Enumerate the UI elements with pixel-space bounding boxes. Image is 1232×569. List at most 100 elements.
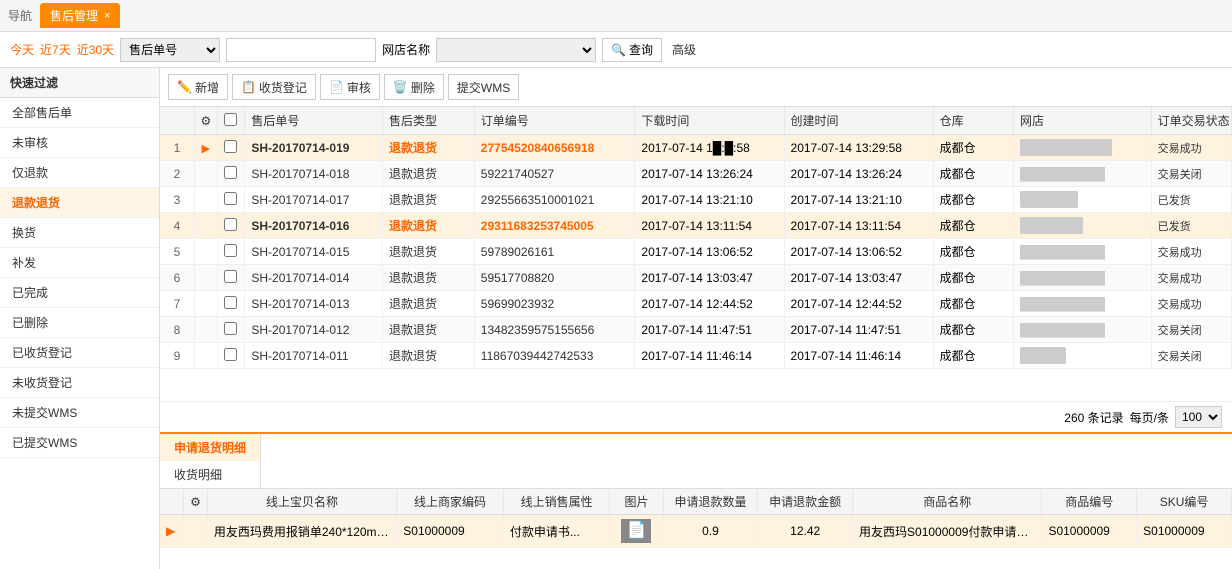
table-row[interactable]: 5 SH-20170714-015 退款退货 59789026161 2017-… (160, 239, 1232, 265)
cell-ctime: 2017-07-14 13:21:10 (784, 187, 933, 213)
table-row[interactable]: 7 SH-20170714-013 退款退货 59699023932 2017-… (160, 291, 1232, 317)
nav-label: 导航 (8, 7, 32, 24)
main-table: ⚙ 售后单号 售后类型 订单编号 下载时间 创建时间 仓库 网店 订单交易状态 (160, 107, 1232, 369)
cell-shop: ██████████ (1013, 265, 1151, 291)
table-row[interactable]: 1 ▶ SH-20170714-019 退款退货 277545208406569… (160, 135, 1232, 161)
filter-today[interactable]: 今天 (10, 41, 34, 58)
field-select[interactable]: 售后单号 (120, 38, 220, 62)
sidebar-item-not-wms[interactable]: 未提交WMS (0, 398, 159, 428)
th-gear[interactable]: ⚙ (194, 107, 217, 135)
sidebar-item-received[interactable]: 已收货登记 (0, 338, 159, 368)
cell-check[interactable] (217, 239, 245, 265)
cell-warehouse: 成都仓 (933, 213, 1013, 239)
cell-shop: ██████████ (1013, 239, 1151, 265)
search-input[interactable] (226, 38, 376, 62)
cell-dltime: 2017-07-14 13:03:47 (635, 265, 784, 291)
bottom-table-body: ▶ 用友西玛费用报销单240*120mm审... S01000009 付款申请书… (160, 515, 1232, 548)
bottom-table-row[interactable]: ▶ 用友西玛费用报销单240*120mm审... S01000009 付款申请书… (160, 515, 1232, 548)
shop-label: 网店名称 (382, 41, 430, 58)
table-row[interactable]: 3 SH-20170714-017 退款退货 29255663510001021… (160, 187, 1232, 213)
shop-select[interactable] (436, 38, 596, 62)
cell-status: 已发货 (1151, 213, 1231, 239)
cell-dltime: 2017-07-14 13:26:24 (635, 161, 784, 187)
cell-type: 退款退货 (383, 265, 475, 291)
audit-icon: 📄 (329, 80, 344, 94)
cell-warehouse: 成都仓 (933, 187, 1013, 213)
table-row[interactable]: 8 SH-20170714-012 退款退货 13482359575155656… (160, 317, 1232, 343)
main-table-wrap[interactable]: ⚙ 售后单号 售后类型 订单编号 下载时间 创建时间 仓库 网店 订单交易状态 (160, 107, 1232, 401)
cell-shop: ██████████ (1013, 317, 1151, 343)
cell-warehouse: 成都仓 (933, 343, 1013, 369)
cell-check[interactable] (217, 135, 245, 161)
submit-wms-button[interactable]: 提交WMS (448, 74, 519, 100)
table-row[interactable]: 9 SH-20170714-011 退款退货 11867039442742533… (160, 343, 1232, 369)
cell-check[interactable] (217, 343, 245, 369)
cell-flag (194, 161, 217, 187)
th-status: 订单交易状态 (1151, 107, 1231, 135)
sidebar-item-pending[interactable]: 未审核 (0, 128, 159, 158)
bth-qty: 申请退款数量 (663, 489, 758, 515)
table-row[interactable]: 4 SH-20170714-016 退款退货 29311683253745005… (160, 213, 1232, 239)
add-button[interactable]: ✏️ 新增 (168, 74, 228, 100)
sidebar-item-supplement[interactable]: 补发 (0, 248, 159, 278)
pagination-bar: 260 条记录 每页/条 100 50 20 (160, 401, 1232, 432)
cell-flag (194, 291, 217, 317)
delete-button[interactable]: 🗑️ 删除 (384, 74, 444, 100)
bcell-img: 📄 (610, 515, 663, 548)
filter-bar: 今天 近7天 近30天 售后单号 网店名称 🔍 查询 高级 (0, 32, 1232, 68)
audit-label: 审核 (347, 79, 371, 96)
cell-check[interactable] (217, 265, 245, 291)
sidebar-item-not-received[interactable]: 未收货登记 (0, 368, 159, 398)
cell-check[interactable] (217, 187, 245, 213)
table-row[interactable]: 6 SH-20170714-014 退款退货 59517708820 2017-… (160, 265, 1232, 291)
receive-button[interactable]: 📋 收货登记 (232, 74, 316, 100)
receive-label: 收货登记 (259, 79, 307, 96)
per-page-select[interactable]: 100 50 20 (1175, 406, 1222, 428)
table-row[interactable]: 2 SH-20170714-018 退款退货 59221740527 2017-… (160, 161, 1232, 187)
cell-ctime: 2017-07-14 13:11:54 (784, 213, 933, 239)
cell-orderno: 11867039442742533 (474, 343, 635, 369)
cell-num: 6 (160, 265, 194, 291)
cell-flag (194, 239, 217, 265)
sidebar-item-refund-only[interactable]: 仅退款 (0, 158, 159, 188)
sidebar-item-deleted[interactable]: 已删除 (0, 308, 159, 338)
select-all-checkbox[interactable] (224, 113, 237, 126)
bth-flag (160, 489, 184, 515)
filter-7days[interactable]: 近7天 (40, 41, 71, 58)
cell-warehouse: 成都仓 (933, 265, 1013, 291)
cell-check[interactable] (217, 291, 245, 317)
cell-ctime: 2017-07-14 11:46:14 (784, 343, 933, 369)
cell-afterno: SH-20170714-012 (245, 317, 383, 343)
cell-orderno: 59699023932 (474, 291, 635, 317)
cell-orderno: 59517708820 (474, 265, 635, 291)
cell-ctime: 2017-07-14 13:29:58 (784, 135, 933, 161)
sidebar-item-submitted-wms[interactable]: 已提交WMS (0, 428, 159, 458)
submit-wms-label: 提交WMS (457, 79, 510, 96)
filter-30days[interactable]: 近30天 (77, 41, 114, 58)
cell-check[interactable] (217, 161, 245, 187)
nav-tab-aftersale[interactable]: 售后管理 × (40, 3, 120, 28)
gear-icon[interactable]: ⚙ (201, 114, 211, 128)
bcell-goodsno: S01000009 (1042, 515, 1137, 548)
cell-ctime: 2017-07-14 13:26:24 (784, 161, 933, 187)
bth-gear[interactable]: ⚙ (184, 489, 208, 515)
cell-afterno: SH-20170714-011 (245, 343, 383, 369)
bottom-tab-refund-detail[interactable]: 申请退货明细 (160, 434, 261, 461)
bottom-table-wrap[interactable]: ⚙ 线上宝贝名称 线上商家编码 线上销售属性 图片 申请退款数量 申请退款金额 … (160, 489, 1232, 569)
cell-afterno: SH-20170714-017 (245, 187, 383, 213)
sidebar-item-refund-return[interactable]: 退款退货 (0, 188, 159, 218)
sidebar-item-all[interactable]: 全部售后单 (0, 98, 159, 128)
th-shop: 网店 (1013, 107, 1151, 135)
query-button[interactable]: 🔍 查询 (602, 38, 662, 62)
cell-check[interactable] (217, 317, 245, 343)
sidebar-item-completed[interactable]: 已完成 (0, 278, 159, 308)
audit-button[interactable]: 📄 审核 (320, 74, 380, 100)
sidebar-item-exchange[interactable]: 换货 (0, 218, 159, 248)
cell-check[interactable] (217, 213, 245, 239)
cell-dltime: 2017-07-14 11:46:14 (635, 343, 784, 369)
close-icon[interactable]: × (104, 10, 110, 22)
bottom-tab-receive-detail[interactable]: 收货明细 (160, 461, 261, 488)
advanced-button[interactable]: 高级 (668, 39, 700, 60)
bth-goodsno: 商品编号 (1042, 489, 1137, 515)
cell-type: 退款退货 (383, 161, 475, 187)
